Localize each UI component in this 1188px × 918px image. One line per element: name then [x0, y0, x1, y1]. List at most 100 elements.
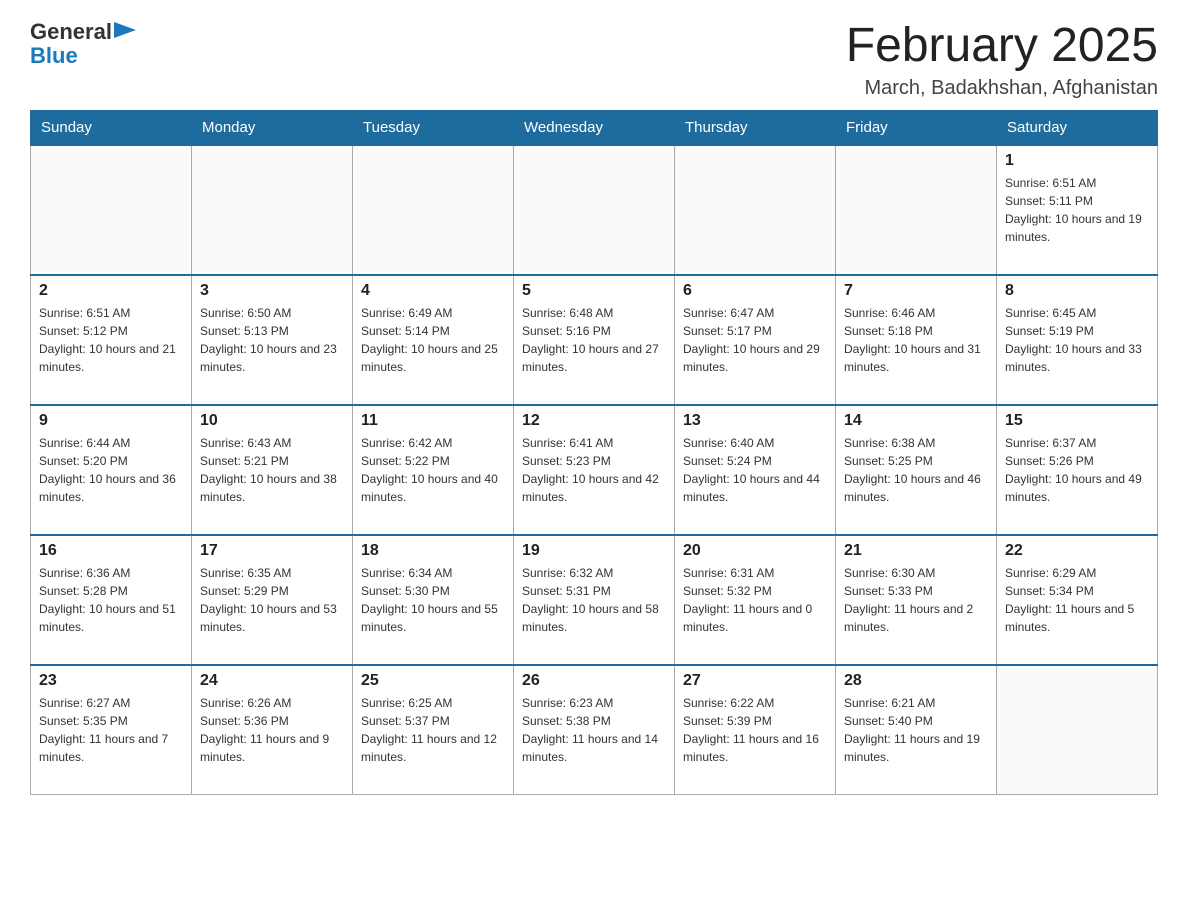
day-info: Sunrise: 6:49 AM Sunset: 5:14 PM Dayligh…	[361, 304, 505, 376]
week-row-4: 23 Sunrise: 6:27 AM Sunset: 5:35 PM Dayli…	[31, 665, 1158, 795]
calendar-cell: 10 Sunrise: 6:43 AM Sunset: 5:21 PM Dayli…	[192, 405, 353, 535]
calendar-cell: 25 Sunrise: 6:25 AM Sunset: 5:37 PM Dayli…	[353, 665, 514, 795]
day-number: 2	[39, 282, 183, 300]
day-number: 19	[522, 542, 666, 560]
week-row-2: 9 Sunrise: 6:44 AM Sunset: 5:20 PM Daylig…	[31, 405, 1158, 535]
col-saturday: Saturday	[997, 110, 1158, 145]
day-number: 11	[361, 412, 505, 430]
calendar-cell: 8 Sunrise: 6:45 AM Sunset: 5:19 PM Daylig…	[997, 275, 1158, 405]
day-number: 1	[1005, 152, 1149, 170]
day-number: 21	[844, 542, 988, 560]
day-info: Sunrise: 6:21 AM Sunset: 5:40 PM Dayligh…	[844, 694, 988, 766]
calendar-cell: 27 Sunrise: 6:22 AM Sunset: 5:39 PM Dayli…	[675, 665, 836, 795]
calendar-cell	[836, 145, 997, 275]
page-header: General Blue February 2025 March, Badakh…	[30, 20, 1158, 100]
day-info: Sunrise: 6:25 AM Sunset: 5:37 PM Dayligh…	[361, 694, 505, 766]
calendar-cell	[31, 145, 192, 275]
day-info: Sunrise: 6:47 AM Sunset: 5:17 PM Dayligh…	[683, 304, 827, 376]
calendar-cell: 17 Sunrise: 6:35 AM Sunset: 5:29 PM Dayli…	[192, 535, 353, 665]
calendar-cell: 13 Sunrise: 6:40 AM Sunset: 5:24 PM Dayli…	[675, 405, 836, 535]
day-info: Sunrise: 6:51 AM Sunset: 5:12 PM Dayligh…	[39, 304, 183, 376]
day-number: 9	[39, 412, 183, 430]
col-monday: Monday	[192, 110, 353, 145]
day-info: Sunrise: 6:29 AM Sunset: 5:34 PM Dayligh…	[1005, 564, 1149, 636]
calendar-cell	[353, 145, 514, 275]
day-number: 4	[361, 282, 505, 300]
title-section: February 2025 March, Badakhshan, Afghani…	[846, 20, 1158, 100]
calendar-header-row: Sunday Monday Tuesday Wednesday Thursday…	[31, 110, 1158, 145]
day-info: Sunrise: 6:44 AM Sunset: 5:20 PM Dayligh…	[39, 434, 183, 506]
day-info: Sunrise: 6:46 AM Sunset: 5:18 PM Dayligh…	[844, 304, 988, 376]
calendar-cell: 19 Sunrise: 6:32 AM Sunset: 5:31 PM Dayli…	[514, 535, 675, 665]
day-info: Sunrise: 6:40 AM Sunset: 5:24 PM Dayligh…	[683, 434, 827, 506]
day-info: Sunrise: 6:51 AM Sunset: 5:11 PM Dayligh…	[1005, 174, 1149, 246]
calendar-cell: 20Sunrise: 6:31 AM Sunset: 5:32 PM Dayli…	[675, 535, 836, 665]
month-title: February 2025	[846, 20, 1158, 73]
day-number: 6	[683, 282, 827, 300]
calendar-cell	[192, 145, 353, 275]
calendar-cell	[675, 145, 836, 275]
col-sunday: Sunday	[31, 110, 192, 145]
day-number: 24	[200, 672, 344, 690]
logo-general-text: General	[30, 20, 112, 44]
week-row-0: 1 Sunrise: 6:51 AM Sunset: 5:11 PM Daylig…	[31, 145, 1158, 275]
col-wednesday: Wednesday	[514, 110, 675, 145]
day-info: Sunrise: 6:23 AM Sunset: 5:38 PM Dayligh…	[522, 694, 666, 766]
day-number: 18	[361, 542, 505, 560]
day-number: 17	[200, 542, 344, 560]
day-info: Sunrise: 6:36 AM Sunset: 5:28 PM Dayligh…	[39, 564, 183, 636]
day-info: Sunrise: 6:27 AM Sunset: 5:35 PM Dayligh…	[39, 694, 183, 766]
day-info: Sunrise: 6:38 AM Sunset: 5:25 PM Dayligh…	[844, 434, 988, 506]
col-friday: Friday	[836, 110, 997, 145]
day-info: Sunrise: 6:32 AM Sunset: 5:31 PM Dayligh…	[522, 564, 666, 636]
calendar-cell: 21Sunrise: 6:30 AM Sunset: 5:33 PM Dayli…	[836, 535, 997, 665]
day-number: 10	[200, 412, 344, 430]
calendar-cell: 15Sunrise: 6:37 AM Sunset: 5:26 PM Dayli…	[997, 405, 1158, 535]
calendar-cell: 26 Sunrise: 6:23 AM Sunset: 5:38 PM Dayli…	[514, 665, 675, 795]
day-info: Sunrise: 6:22 AM Sunset: 5:39 PM Dayligh…	[683, 694, 827, 766]
day-info: Sunrise: 6:35 AM Sunset: 5:29 PM Dayligh…	[200, 564, 344, 636]
location-subtitle: March, Badakhshan, Afghanistan	[846, 77, 1158, 100]
day-number: 27	[683, 672, 827, 690]
day-number: 25	[361, 672, 505, 690]
day-info: Sunrise: 6:41 AM Sunset: 5:23 PM Dayligh…	[522, 434, 666, 506]
day-number: 5	[522, 282, 666, 300]
logo-blue-text: Blue	[30, 43, 78, 68]
calendar-cell	[514, 145, 675, 275]
calendar-table: Sunday Monday Tuesday Wednesday Thursday…	[30, 110, 1158, 796]
day-info: Sunrise: 6:43 AM Sunset: 5:21 PM Dayligh…	[200, 434, 344, 506]
calendar-cell: 23 Sunrise: 6:27 AM Sunset: 5:35 PM Dayli…	[31, 665, 192, 795]
day-number: 15	[1005, 412, 1149, 430]
day-number: 7	[844, 282, 988, 300]
calendar-cell: 6 Sunrise: 6:47 AM Sunset: 5:17 PM Daylig…	[675, 275, 836, 405]
day-info: Sunrise: 6:42 AM Sunset: 5:22 PM Dayligh…	[361, 434, 505, 506]
calendar-cell: 14Sunrise: 6:38 AM Sunset: 5:25 PM Dayli…	[836, 405, 997, 535]
day-number: 20	[683, 542, 827, 560]
calendar-cell: 12Sunrise: 6:41 AM Sunset: 5:23 PM Dayli…	[514, 405, 675, 535]
calendar-cell: 22 Sunrise: 6:29 AM Sunset: 5:34 PM Dayli…	[997, 535, 1158, 665]
calendar-cell	[997, 665, 1158, 795]
logo-triangle-icon	[114, 22, 136, 44]
day-number: 3	[200, 282, 344, 300]
week-row-3: 16Sunrise: 6:36 AM Sunset: 5:28 PM Dayli…	[31, 535, 1158, 665]
col-thursday: Thursday	[675, 110, 836, 145]
calendar-cell: 16Sunrise: 6:36 AM Sunset: 5:28 PM Dayli…	[31, 535, 192, 665]
day-number: 28	[844, 672, 988, 690]
calendar-cell: 9 Sunrise: 6:44 AM Sunset: 5:20 PM Daylig…	[31, 405, 192, 535]
day-number: 13	[683, 412, 827, 430]
day-info: Sunrise: 6:26 AM Sunset: 5:36 PM Dayligh…	[200, 694, 344, 766]
week-row-1: 2 Sunrise: 6:51 AM Sunset: 5:12 PM Daylig…	[31, 275, 1158, 405]
calendar-cell: 24 Sunrise: 6:26 AM Sunset: 5:36 PM Dayli…	[192, 665, 353, 795]
day-number: 23	[39, 672, 183, 690]
day-info: Sunrise: 6:50 AM Sunset: 5:13 PM Dayligh…	[200, 304, 344, 376]
calendar-cell: 2 Sunrise: 6:51 AM Sunset: 5:12 PM Daylig…	[31, 275, 192, 405]
day-number: 26	[522, 672, 666, 690]
day-info: Sunrise: 6:45 AM Sunset: 5:19 PM Dayligh…	[1005, 304, 1149, 376]
calendar-cell: 1 Sunrise: 6:51 AM Sunset: 5:11 PM Daylig…	[997, 145, 1158, 275]
calendar-cell: 28 Sunrise: 6:21 AM Sunset: 5:40 PM Dayli…	[836, 665, 997, 795]
day-number: 22	[1005, 542, 1149, 560]
calendar-cell: 4 Sunrise: 6:49 AM Sunset: 5:14 PM Daylig…	[353, 275, 514, 405]
logo: General Blue	[30, 20, 136, 68]
col-tuesday: Tuesday	[353, 110, 514, 145]
day-number: 8	[1005, 282, 1149, 300]
